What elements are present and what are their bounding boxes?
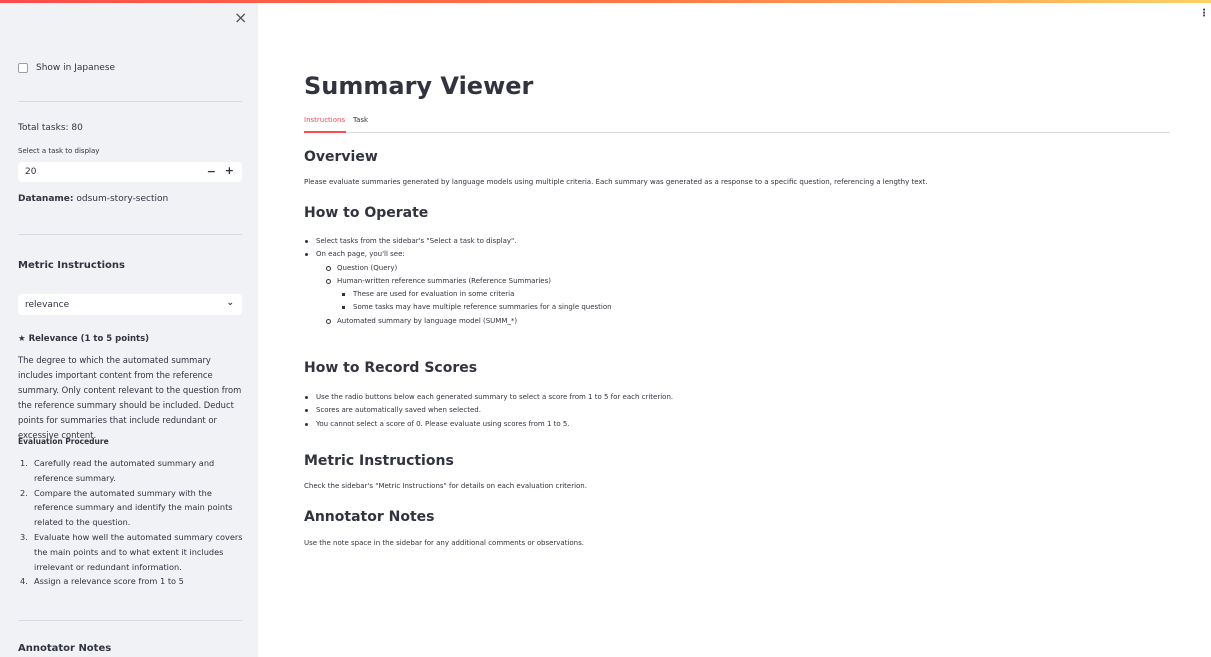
dataname-value: odsum-story-section [73,194,169,204]
list-item: Some tasks may have multiple reference s… [304,301,612,314]
how-to-operate-heading: How to Operate [304,205,429,221]
dataname: Dataname: odsum-story-section [18,194,168,204]
procedure-item: 2. Compare the automated summary with the… [18,486,246,530]
procedure-item: 4. Assign a relevance score from 1 to 5 [18,574,246,589]
metric-select-value[interactable]: relevance [25,300,69,310]
list-item: Scores are automatically saved when sele… [304,404,673,417]
top-decoration-bar [0,0,1211,3]
procedure-number: 1. [20,458,28,468]
page-title: Summary Viewer [304,72,534,100]
list-item: Question (Query) [304,262,612,275]
task-number-value[interactable]: 20 [25,167,36,177]
more-menu-icon[interactable]: ⋮ [1199,9,1209,19]
sidebar-divider [18,101,242,102]
evaluation-procedure-heading: Evaluation Procedure [18,437,109,446]
list-item: Use the radio buttons below each generat… [304,391,673,404]
sidebar-divider [18,620,242,621]
metric-instructions-heading: Metric Instructions [18,260,125,271]
metric-select[interactable]: relevance ⌄ [18,294,242,315]
increment-button[interactable]: + [225,164,234,177]
procedure-number: 4. [20,576,28,587]
how-to-record-heading: How to Record Scores [304,360,478,376]
select-task-label: Select a task to display [18,147,100,155]
tab-task[interactable]: Task [353,116,368,124]
metric-instructions-heading: Metric Instructions [304,453,454,469]
procedure-text: Evaluate how well the automated summary … [34,531,243,572]
overview-text: Please evaluate summaries generated by l… [304,178,928,186]
list-item: Human-written reference summaries (Refer… [304,275,612,288]
sidebar: × Show in Japanese Total tasks: 80 Selec… [0,0,258,657]
tab-bar: Instructions Task [304,112,1170,133]
list-item: You cannot select a score of 0. Please e… [304,418,673,431]
operate-list: Select tasks from the sidebar's "Select … [304,235,612,328]
tab-instructions[interactable]: Instructions [304,116,345,124]
relevance-description: The degree to which the automated summar… [18,355,242,440]
active-tab-indicator [304,131,346,133]
list-item: Select tasks from the sidebar's "Select … [304,235,612,248]
procedure-text: Assign a relevance score from 1 to 5 [34,576,184,587]
list-item: These are used for evaluation in some cr… [304,288,612,301]
chevron-down-icon[interactable]: ⌄ [226,298,234,308]
sidebar-divider [18,234,242,235]
dataname-label: Dataname: [18,194,74,204]
procedure-list: 1. Carefully read the automated summary a… [18,456,246,589]
annotator-notes-heading: Annotator Notes [304,509,435,525]
overview-heading: Overview [304,149,378,165]
show-japanese-label: Show in Japanese [36,63,116,73]
procedure-text: Carefully read the automated summary and… [34,458,215,483]
procedure-number: 2. [20,487,28,498]
task-number-input[interactable]: 20 − + [18,162,242,182]
total-tasks: Total tasks: 80 [18,123,83,133]
annotator-notes-text: Use the note space in the sidebar for an… [304,539,584,547]
procedure-item: 3. Evaluate how well the automated summar… [18,530,246,574]
annotator-notes-heading: Annotator Notes [18,643,112,654]
record-list: Use the radio buttons below each generat… [304,391,673,431]
relevance-title: ★ Relevance (1 to 5 points) [18,334,150,344]
procedure-item: 1. Carefully read the automated summary a… [18,456,246,486]
metric-instructions-text: Check the sidebar's "Metric Instructions… [304,482,587,490]
procedure-number: 3. [20,531,28,542]
checkbox-icon[interactable] [18,63,28,73]
decrement-button[interactable]: − [207,165,216,178]
show-japanese-checkbox[interactable]: Show in Japanese [18,63,115,73]
close-icon[interactable]: × [234,10,247,26]
list-item: Automated summary by language model (SUM… [304,315,612,328]
list-item: On each page, you'll see: [304,248,612,261]
procedure-text: Compare the automated summary with the r… [34,487,233,528]
